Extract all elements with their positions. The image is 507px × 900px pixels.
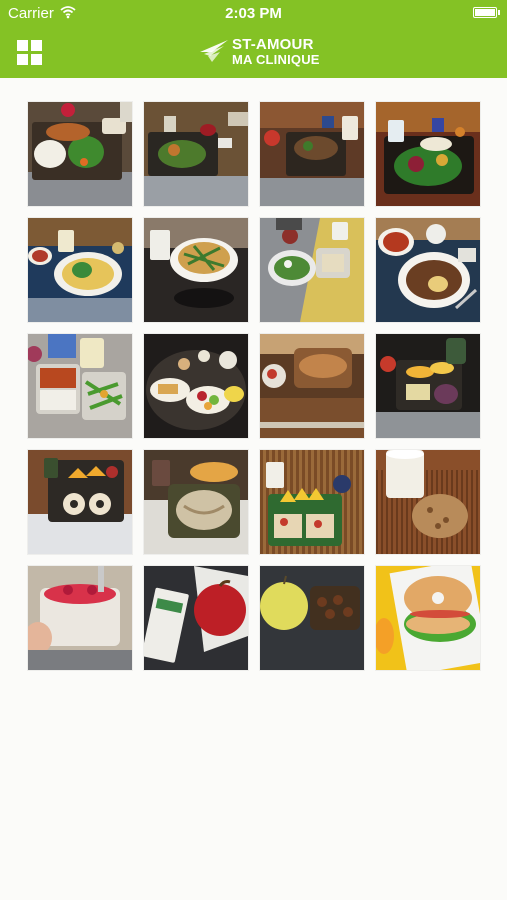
logo-title: ST-AMOUR [232,36,314,53]
status-bar: Carrier 2:03 PM [0,0,507,26]
meal-photo[interactable] [376,334,480,438]
meal-photo[interactable] [144,334,248,438]
meal-photo[interactable] [260,334,364,438]
meal-photo[interactable] [28,218,132,322]
meal-photo[interactable] [260,102,364,206]
meal-photo[interactable] [28,566,132,670]
battery-icon [473,7,500,18]
meal-photo[interactable] [376,218,480,322]
meal-photo[interactable] [376,566,480,670]
grid-menu-icon[interactable] [17,40,43,66]
meal-photo[interactable] [376,102,480,206]
meal-photo[interactable] [28,334,132,438]
meal-photo[interactable] [260,218,364,322]
meal-photo[interactable] [144,102,248,206]
meal-photo[interactable] [260,566,364,670]
meal-photo[interactable] [144,218,248,322]
status-time: 2:03 PM [225,5,282,22]
bird-logo-icon [200,40,228,62]
meal-photo[interactable] [28,102,132,206]
meal-photo[interactable] [144,450,248,554]
meal-photo[interactable] [376,450,480,554]
logo-subtitle: MA CLINIQUE [232,52,320,67]
meal-photo[interactable] [260,450,364,554]
meal-photo[interactable] [144,566,248,670]
st-amour-logo: ST-AMOUR MA CLINIQUE [198,34,320,70]
app-header: Carrier 2:03 PM ST-AMOUR MA CLINIQUE [0,0,507,78]
meal-photo[interactable] [28,450,132,554]
